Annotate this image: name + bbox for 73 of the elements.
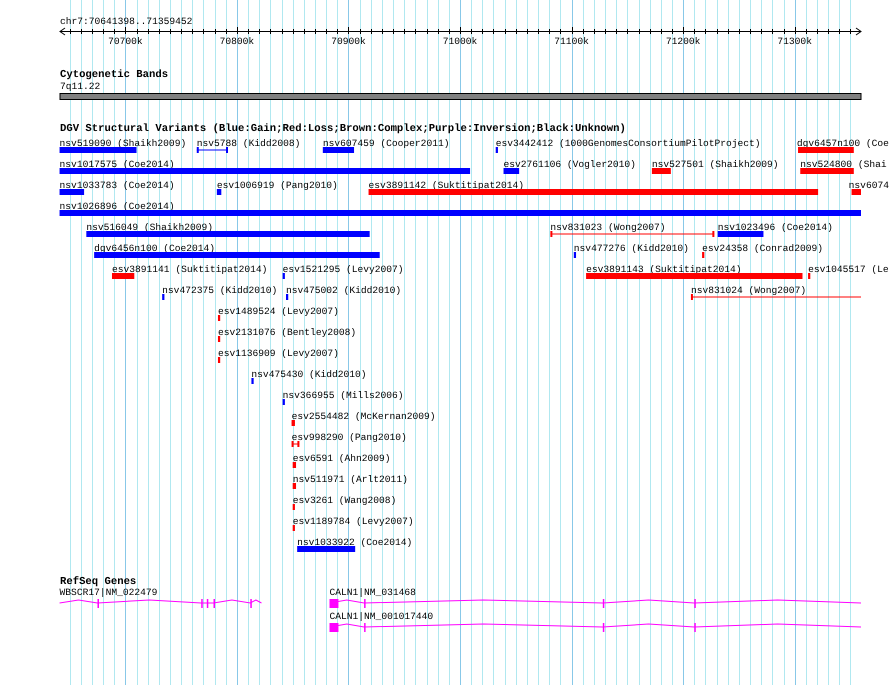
band-label: 7q11.22 [60,81,100,92]
variant-label: esv3891141 (Suktitipat2014) [112,264,268,275]
track-title: Cytogenetic Bands [60,69,168,81]
variant-label: esv1489524 (Levy2007) [218,306,339,317]
variant-label: esv1006919 (Pang2010) [216,180,338,191]
variant-bar[interactable] [218,315,220,321]
tick-label: 70800k [220,36,254,47]
variant-label: nsv516049 (Shaikh2009) [86,222,213,233]
variant-label: esv1045517 (Le [808,264,889,275]
variant-label: esv1189784 (Levy2007) [292,516,414,527]
variant-label: esv3442412 (1000GenomesConsortiumPilotProject) [496,138,761,149]
variant-label: esv24358 (Conrad2009) [702,243,823,254]
variant-bar[interactable] [292,462,296,468]
variant-bar[interactable] [218,336,220,342]
gene-label: WBSCR17|NM_022479 [60,587,158,598]
variant-interval[interactable] [196,147,228,153]
variant-label: nsv1023496 (Coe2014) [718,222,833,233]
variant-label: nsv472375 (Kidd2010) [162,285,278,296]
variant-label: esv2554482 (McKernan2009) [292,411,436,422]
variant-label: esv3261 (Wang2008) [292,495,396,506]
tick-label: 71200k [666,36,700,47]
variant-label: nsv527501 (Shaikh2009) [652,159,779,170]
variant-label: nsv511971 (Arlt2011) [292,474,408,485]
variant-bar[interactable] [218,357,220,363]
tick-label: 71100k [554,36,589,47]
variant-label: nsv1033783 (Coe2014) [60,180,175,191]
variant-label: esv1136909 (Levy2007) [218,348,339,359]
variant-label: nsv5788 (Kidd2008) [196,138,300,149]
variant-bar[interactable] [112,273,134,279]
variant-label: dgv6457n100 (Coe [796,138,889,149]
variant-label: nsv1017575 (Coe2014) [60,159,175,170]
variant-label: esv1521295 (Levy2007) [282,264,404,275]
region-label: chr7:70641398..71359452 [60,16,192,27]
variant-label: esv6591 (Ahn2009) [292,453,391,464]
variant-label: nsv6074 [848,180,889,191]
variant-label: nsv1026896 (Coe2014) [60,201,175,212]
variant-label: dgv6456n100 (Coe2014) [94,243,216,254]
variant-interval[interactable] [690,294,861,300]
gene-model[interactable] [329,623,862,632]
variant-label: nsv475430 (Kidd2010) [251,369,367,380]
gene-label: CALN1|NM_001017440 [330,611,434,622]
cytoband-bar[interactable] [60,93,862,100]
variant-label: nsv477276 (Kidd2010) [574,243,689,254]
gene-model[interactable] [329,599,862,608]
variant-bar[interactable] [292,483,296,489]
tick-label: 70900k [331,36,366,47]
gene-model[interactable] [59,599,262,608]
track-title: RefSeq Genes [60,576,136,588]
gene-label: CALN1|NM_031468 [330,587,416,598]
variant-label: nsv831023 (Wong2007) [550,222,666,233]
variant-bar[interactable] [574,252,576,258]
variant-label: nsv607459 (Cooper2011) [322,138,450,149]
variant-bar[interactable] [504,168,520,174]
variant-label: nsv1033922 (Coe2014) [297,537,412,548]
variant-label: esv2131076 (Bentley2008) [218,327,356,338]
variant-label: nsv519090 (Shaikh2009) [60,138,186,149]
variant-label: esv998290 (Pang2010) [292,432,407,443]
tick-label: 71000k [442,36,478,47]
variant-label: esv3891142 (Suktitipat2014) [368,180,524,191]
variant-bar[interactable] [216,189,222,195]
tick-label: 70700k [108,36,143,47]
variant-label: nsv475002 (Kidd2010) [286,285,402,296]
tick-label: 71300k [777,36,812,47]
variant-bar[interactable] [251,378,254,384]
variant-bar[interactable] [322,147,354,153]
variant-interval[interactable] [292,441,300,447]
track-title: DGV Structural Variants (Blue:Gain;Red:Loss;Brown:Complex;Purple:Inversion;Black:Unknown) [60,123,626,135]
variant-label: esv3891143 (Suktitipat2014) [586,264,742,275]
variant-interval[interactable] [550,231,714,237]
variant-label: nsv524800 (Shai [800,159,887,170]
variant-label: nsv366955 (Mills2006) [282,390,404,401]
variant-label: esv2761106 (Vogler2010) [504,159,636,170]
variant-label: nsv831024 (Wong2007) [690,285,806,296]
